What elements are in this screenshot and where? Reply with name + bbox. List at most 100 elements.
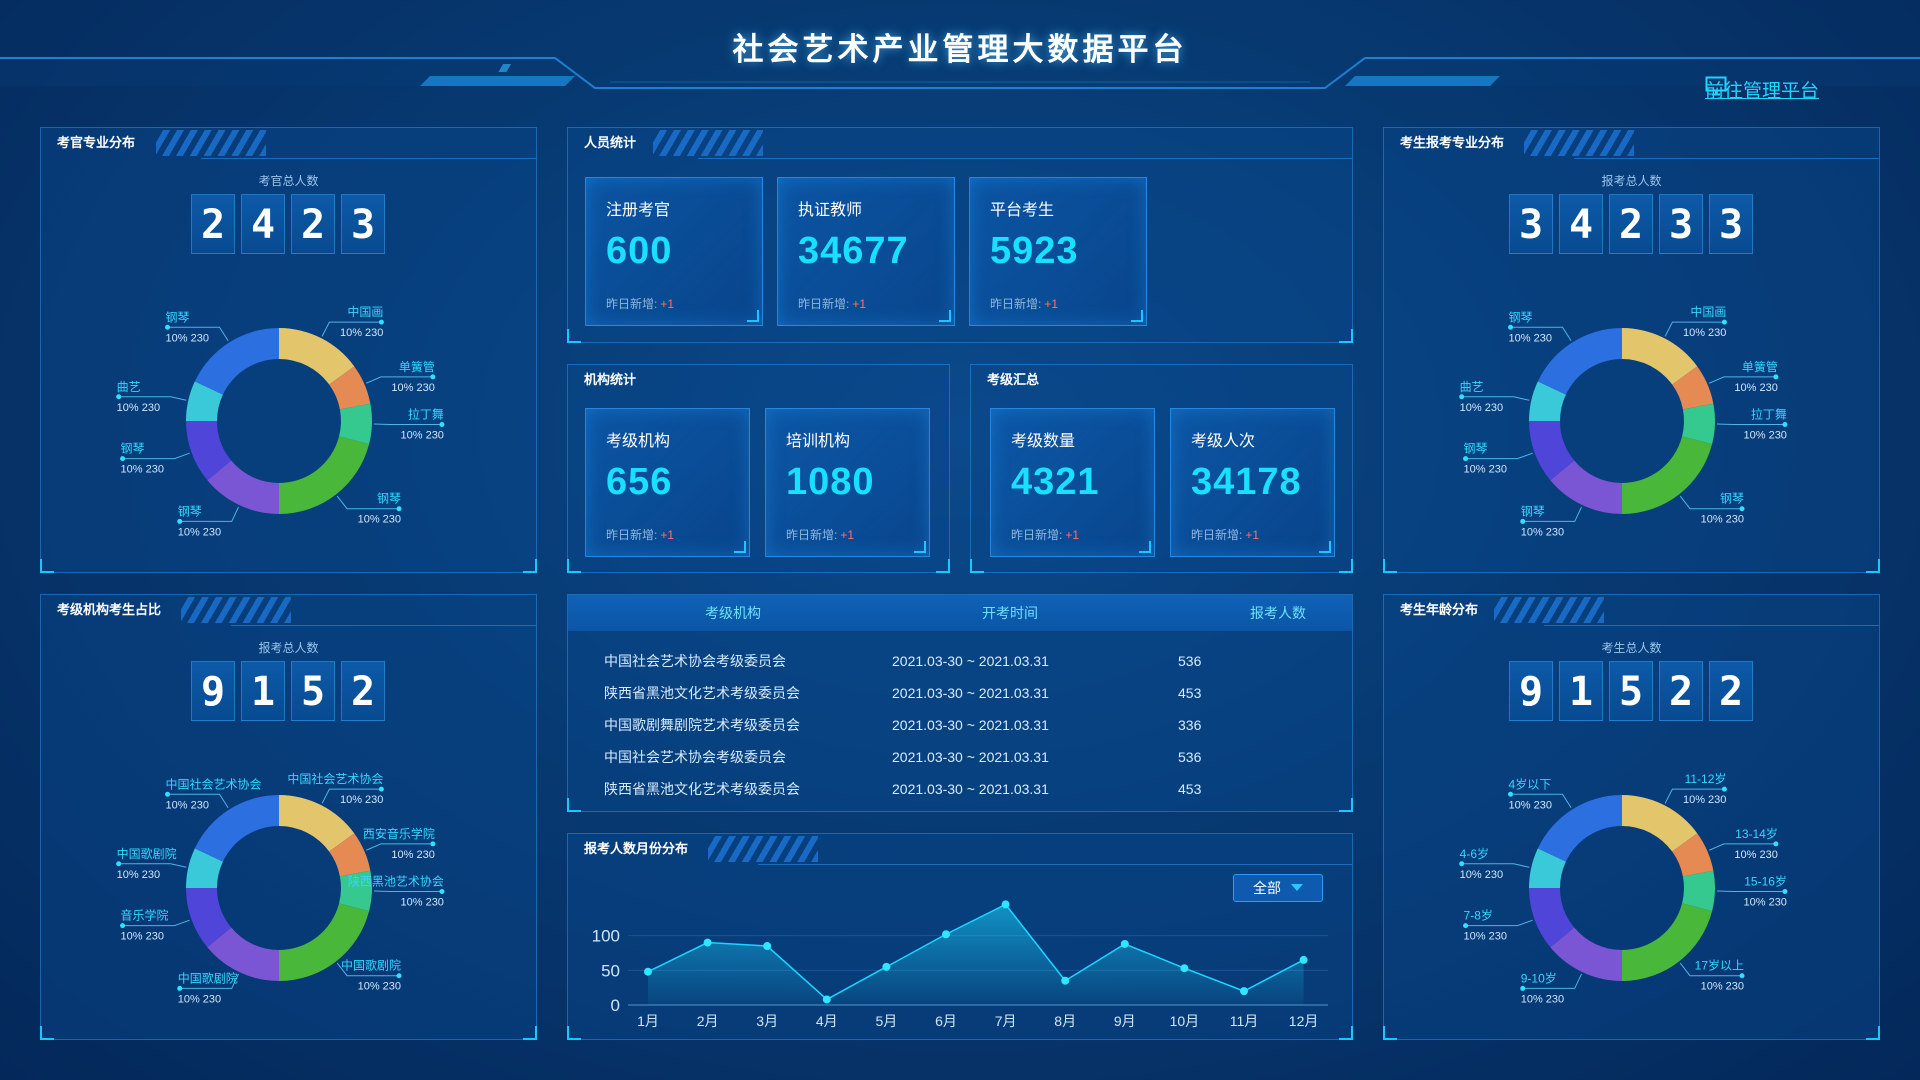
leader-line bbox=[1461, 863, 1530, 868]
card-increment: 昨日新增: +1 bbox=[798, 297, 867, 311]
column-header-time[interactable]: 开考时间 bbox=[868, 595, 1128, 631]
certified-teacher-card[interactable]: 执证教师 34677 昨日新增: +1 bbox=[777, 177, 955, 326]
exam-attempts-card[interactable]: 考级人次 34178 昨日新增: +1 bbox=[1170, 408, 1335, 557]
header: 社会艺术产业管理大数据平台 前往管理平台 bbox=[0, 0, 1920, 110]
data-point[interactable] bbox=[1180, 964, 1189, 973]
slice-label: 钢琴 bbox=[178, 504, 202, 518]
leader-dot bbox=[396, 506, 402, 512]
card-increment: 昨日新增: +1 bbox=[786, 528, 855, 542]
x-tick-label: 2月 bbox=[697, 1013, 719, 1029]
slice-label: 钢琴 bbox=[1509, 310, 1533, 324]
slice-label: 单簧管 bbox=[1742, 359, 1778, 374]
table-row[interactable]: 中国社会艺术协会考级委员会 2021.03-30 ~ 2021.03.31 53… bbox=[568, 741, 1352, 773]
slice-value: 10% 230 bbox=[1744, 429, 1787, 441]
cell-time: 2021.03-30 ~ 2021.03.31 bbox=[892, 781, 1049, 797]
leader-dot bbox=[1463, 923, 1469, 929]
slice-value: 10% 230 bbox=[391, 382, 434, 394]
x-tick-label: 7月 bbox=[995, 1013, 1017, 1029]
exam-agency-card[interactable]: 考级机构 656 昨日新增: +1 bbox=[585, 408, 750, 557]
management-platform-link[interactable]: 前往管理平台 bbox=[1705, 76, 1819, 103]
monthly-line-chart: 0 50 100 1月 2月 3月 4月 5月 6月 7月 8月 9月 10月 11月 12月 bbox=[592, 900, 1328, 1029]
x-tick-label: 9月 bbox=[1114, 1013, 1136, 1029]
exam-count-card[interactable]: 考级数量 4321 昨日新增: +1 bbox=[990, 408, 1155, 557]
age-donut-chart: 11-12岁 10% 230 13-14岁 10% 230 15-16岁 10% 230 1… bbox=[1459, 771, 1788, 1005]
platform-student-card[interactable]: 平台考生 5923 昨日新增: +1 bbox=[969, 177, 1147, 326]
leader-dot bbox=[1782, 888, 1788, 894]
data-point[interactable] bbox=[1299, 955, 1308, 964]
slice-value: 10% 230 bbox=[1683, 327, 1726, 339]
training-agency-card[interactable]: 培训机构 1080 昨日新增: +1 bbox=[765, 408, 930, 557]
leader-dot bbox=[1739, 506, 1745, 512]
column-header-agency[interactable]: 考级机构 bbox=[568, 595, 868, 631]
donut-slice[interactable] bbox=[1622, 436, 1713, 514]
cell-count: 453 bbox=[1178, 781, 1202, 797]
slice-label: 陕西黑池艺术协会 bbox=[348, 873, 444, 888]
leader-line bbox=[118, 863, 187, 868]
leader-dot bbox=[116, 394, 122, 400]
major-distribution-panel: 考生报考专业分布 报考总人数 3 4 2 3 3 中国画 10% 230 单簧管 10… bbox=[1383, 127, 1880, 573]
leader-dot bbox=[396, 973, 402, 979]
slice-value: 10% 230 bbox=[178, 993, 221, 1005]
slice-label: 15-16岁 bbox=[1744, 873, 1787, 888]
data-point[interactable] bbox=[882, 962, 891, 971]
slice-label: 拉丁舞 bbox=[408, 406, 444, 421]
data-point[interactable] bbox=[763, 942, 772, 951]
exam-agency-table: 考级机构 开考时间 报考人数 中国社会艺术协会考级委员会 2021.03-30 … bbox=[567, 594, 1353, 812]
column-header-count[interactable]: 报考人数 bbox=[1128, 595, 1348, 631]
monitor-icon bbox=[1705, 76, 1727, 96]
slice-label: 钢琴 bbox=[377, 492, 401, 506]
registered-examiner-card[interactable]: 注册考官 600 昨日新增: +1 bbox=[585, 177, 763, 326]
card-value: 34178 bbox=[1191, 461, 1302, 503]
leader-dot bbox=[1721, 786, 1727, 792]
cell-agency: 中国社会艺术协会考级委员会 bbox=[604, 653, 786, 669]
x-tick-label: 10月 bbox=[1170, 1013, 1200, 1029]
slice-value: 10% 230 bbox=[1509, 332, 1552, 344]
slice-value: 10% 230 bbox=[166, 799, 209, 811]
leader-dot bbox=[165, 791, 171, 797]
leader-dot bbox=[1739, 973, 1745, 979]
table-row[interactable]: 中国歌剧舞剧院艺术考级委员会 2021.03-30 ~ 2021.03.31 3… bbox=[568, 709, 1352, 741]
card-increment: 昨日新增: +1 bbox=[606, 528, 675, 542]
slice-label: 曲艺 bbox=[117, 380, 141, 394]
leader-dot bbox=[120, 456, 126, 462]
x-tick-label: 12月 bbox=[1289, 1013, 1319, 1029]
panel-title: 机构统计 bbox=[568, 365, 652, 395]
slice-value: 10% 230 bbox=[358, 514, 401, 526]
data-point[interactable] bbox=[1120, 939, 1129, 948]
slice-value: 10% 230 bbox=[1701, 514, 1744, 526]
leader-line bbox=[373, 423, 442, 425]
table-row[interactable]: 中国社会艺术协会考级委员会 2021.03-30 ~ 2021.03.31 53… bbox=[568, 645, 1352, 677]
slice-label: 中国社会艺术协会 bbox=[287, 771, 383, 786]
card-label: 执证教师 bbox=[798, 202, 863, 219]
slice-value: 10% 230 bbox=[358, 981, 401, 993]
donut-slice[interactable] bbox=[279, 436, 370, 514]
cell-count: 336 bbox=[1178, 717, 1202, 733]
slice-value: 10% 230 bbox=[391, 849, 434, 861]
examiner-donut-chart: 中国画 10% 230 单簧管 10% 230 拉丁舞 10% 230 钢琴 10% 230 钢… bbox=[116, 304, 445, 538]
slice-value: 10% 230 bbox=[1464, 464, 1507, 476]
x-tick-label: 6月 bbox=[935, 1013, 957, 1029]
slice-label: 中国画 bbox=[1690, 304, 1726, 319]
data-point[interactable] bbox=[703, 938, 712, 947]
slice-value: 10% 230 bbox=[1701, 981, 1744, 993]
card-value: 600 bbox=[606, 230, 673, 272]
data-point[interactable] bbox=[822, 995, 831, 1004]
table-row[interactable]: 陕西省黑池文化艺术考级委员会 2021.03-30 ~ 2021.03.31 4… bbox=[568, 773, 1352, 805]
table-header: 考级机构 开考时间 报考人数 bbox=[568, 595, 1352, 631]
card-increment: 昨日新增: +1 bbox=[990, 297, 1059, 311]
data-point[interactable] bbox=[644, 967, 652, 976]
data-point[interactable] bbox=[1001, 900, 1010, 909]
monthly-distribution-panel: 报考人数月份分布 全部 0 50 100 1月 2月 3月 4月 5月 6月 7月 8月 9月 10月 1… bbox=[567, 833, 1353, 1040]
data-point[interactable] bbox=[1240, 987, 1248, 996]
card-label: 注册考官 bbox=[606, 202, 671, 219]
cell-time: 2021.03-30 ~ 2021.03.31 bbox=[892, 717, 1049, 733]
leader-dot bbox=[1773, 841, 1779, 847]
table-row[interactable]: 陕西省黑池文化艺术考级委员会 2021.03-30 ~ 2021.03.31 4… bbox=[568, 677, 1352, 709]
leader-dot bbox=[177, 985, 183, 991]
data-point[interactable] bbox=[942, 930, 950, 939]
cell-time: 2021.03-30 ~ 2021.03.31 bbox=[892, 749, 1049, 765]
data-point[interactable] bbox=[1061, 976, 1070, 985]
exam-summary-panel-title: 考级汇总 bbox=[987, 372, 1040, 387]
slice-label: 7-8岁 bbox=[1464, 908, 1493, 923]
leader-line bbox=[373, 890, 442, 892]
